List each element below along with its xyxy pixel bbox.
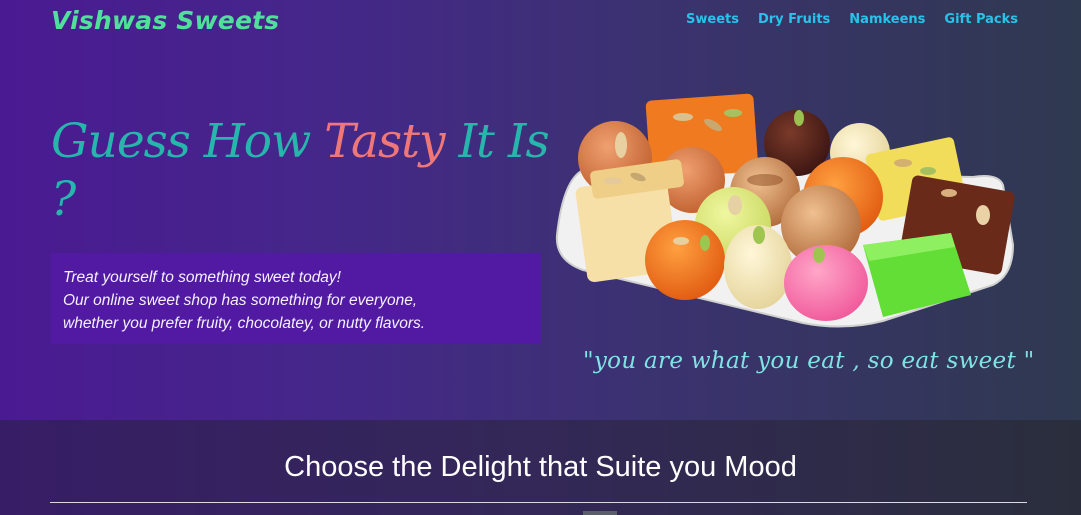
hero-headline: Guess How Tasty It Is? bbox=[51, 113, 571, 229]
tagline-quote: "you are what you eat , so eat sweet " bbox=[583, 348, 1035, 374]
nav-link-sweets[interactable]: Sweets bbox=[686, 12, 739, 27]
hero-description: Treat yourself to something sweet today!… bbox=[51, 253, 541, 344]
nav-link-gift-packs[interactable]: Gift Packs bbox=[944, 12, 1018, 27]
sweets-platter-image bbox=[555, 93, 1015, 328]
nav-link-namkeens[interactable]: Namkeens bbox=[849, 12, 925, 27]
scroll-indicator bbox=[583, 511, 617, 515]
categories-section: Choose the Delight that Suite you Mood bbox=[0, 420, 1081, 515]
section-divider bbox=[50, 502, 1027, 503]
headline-question-mark: ? bbox=[51, 172, 76, 227]
section-title: Choose the Delight that Suite you Mood bbox=[284, 451, 797, 483]
headline-text: Guess How bbox=[51, 114, 325, 169]
description-line: Treat yourself to something sweet today! bbox=[63, 269, 341, 286]
headline-text-end: It Is bbox=[444, 114, 549, 169]
site-header: Vishwas Sweets Sweets Dry Fruits Namkeen… bbox=[0, 0, 1081, 44]
description-line: whether you prefer fruity, chocolatey, o… bbox=[63, 315, 426, 332]
main-nav: Sweets Dry Fruits Namkeens Gift Packs bbox=[686, 12, 1018, 27]
brand-logo[interactable]: Vishwas Sweets bbox=[51, 6, 279, 35]
headline-accent-word: Tasty bbox=[324, 114, 445, 169]
description-line: Our online sweet shop has something for … bbox=[63, 292, 418, 309]
nav-link-dry-fruits[interactable]: Dry Fruits bbox=[758, 12, 830, 27]
